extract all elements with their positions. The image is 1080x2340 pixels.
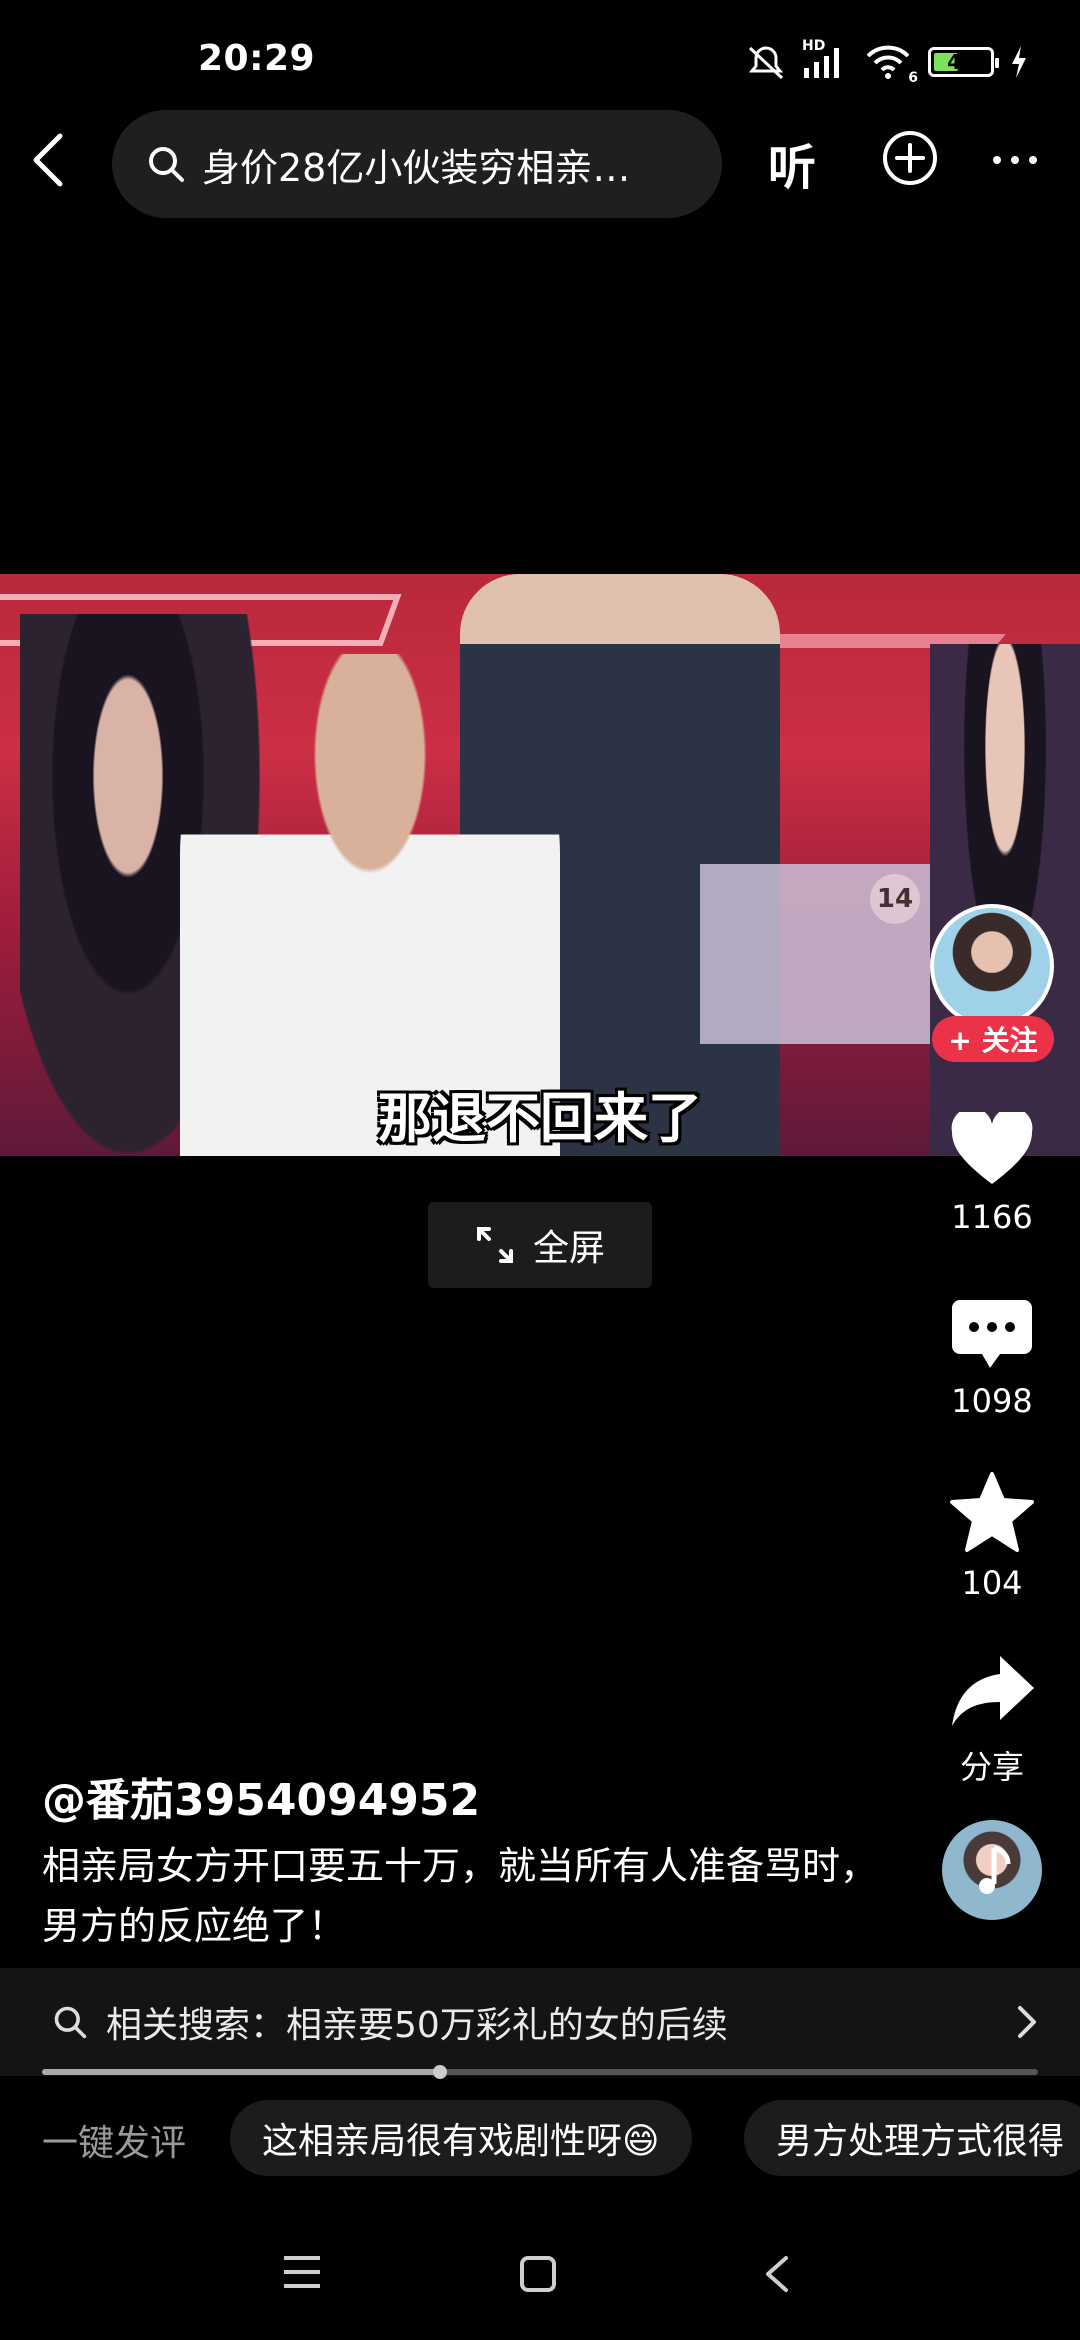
comment-icon: [952, 1300, 1032, 1368]
wifi-icon: 6: [864, 44, 918, 86]
charging-icon: [1012, 46, 1026, 78]
add-circle-icon: [883, 131, 937, 185]
fullscreen-button[interactable]: 全屏: [428, 1202, 652, 1288]
search-query: 身价28亿小伙装穷相亲…: [202, 145, 631, 190]
back-nav-icon[interactable]: [762, 2254, 792, 2294]
fullscreen-label: 全屏: [532, 1228, 605, 1269]
music-disc[interactable]: [942, 1820, 1042, 1920]
back-button[interactable]: [28, 132, 88, 196]
post-description: 相亲局女方开口要五十万，就当所有人准备骂时，男方的反应绝了！: [42, 1844, 879, 1948]
progress-fill: [42, 2069, 441, 2075]
desk-number: 14: [870, 874, 920, 924]
music-note-icon: [979, 1845, 1011, 1894]
expand-icon: [476, 1227, 513, 1263]
progress-knob[interactable]: [433, 2065, 448, 2079]
author-name[interactable]: @番茄3954094952: [42, 1764, 480, 1828]
related-search-text: 相关搜索：相亲要50万彩礼的女的后续: [106, 2005, 728, 2046]
related-search[interactable]: 相关搜索：相亲要50万彩礼的女的后续: [0, 1968, 1080, 2076]
add-button[interactable]: [880, 128, 940, 188]
like-button[interactable]: 1166: [922, 1107, 1062, 1236]
video-desk: 14: [700, 864, 940, 1044]
video-subtitle: 那退不回来了: [378, 1087, 702, 1150]
more-button[interactable]: [990, 150, 1040, 170]
menu-icon[interactable]: [282, 2254, 322, 2290]
star-icon: [950, 1472, 1034, 1552]
signal-icon: HD: [802, 38, 848, 80]
listen-button[interactable]: 听: [768, 128, 816, 198]
more-icon: [993, 156, 1037, 164]
author-avatar[interactable]: [930, 904, 1054, 1028]
comment-button[interactable]: 1098: [922, 1296, 1062, 1420]
battery-icon: 44: [928, 47, 999, 77]
follow-button[interactable]: + 关注: [932, 1016, 1054, 1062]
favorite-button[interactable]: 104: [922, 1470, 1062, 1602]
share-label: 分享: [959, 1748, 1024, 1786]
video-progress[interactable]: [42, 2065, 1038, 2079]
quick-comment-chip[interactable]: 这相亲局很有戏剧性呀😄: [230, 2100, 692, 2176]
back-icon: [33, 133, 63, 187]
quick-comment-label: 一键发评: [42, 2123, 187, 2164]
search-icon: [149, 147, 184, 182]
home-icon[interactable]: [520, 2256, 556, 2292]
search-bar[interactable]: 身价28亿小伙装穷相亲…: [112, 110, 722, 218]
share-icon: [952, 1656, 1034, 1726]
search-icon: [54, 2006, 87, 2039]
mute-icon: [748, 46, 784, 80]
comment-count: 1098: [951, 1382, 1033, 1420]
quick-comment-chip[interactable]: 男方处理方式很得: [744, 2100, 1080, 2176]
favorite-count: 104: [961, 1564, 1023, 1602]
like-count: 1166: [951, 1198, 1033, 1236]
battery-level: 44: [947, 50, 975, 74]
status-time: 20:29: [198, 38, 316, 79]
share-button[interactable]: 分享: [922, 1652, 1062, 1788]
video-player[interactable]: 14 那退不回来了: [0, 574, 1080, 1156]
heart-icon: [951, 1107, 1033, 1184]
chevron-right-icon: [1018, 2006, 1036, 2038]
wifi-badge: 6: [908, 70, 918, 86]
status-icons: HD 6 44: [746, 38, 1028, 86]
